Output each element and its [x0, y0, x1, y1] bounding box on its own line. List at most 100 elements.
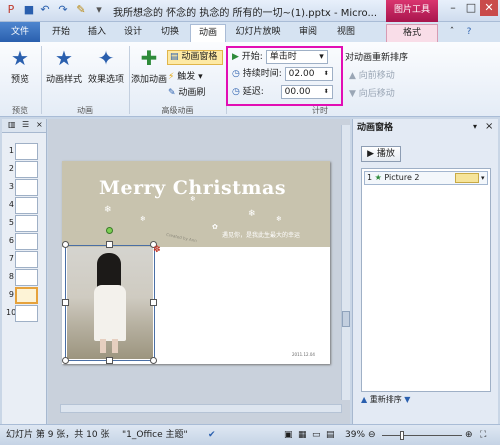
close-panel-icon[interactable]: × — [36, 120, 43, 129]
resize-handle[interactable] — [62, 357, 69, 364]
resize-handle[interactable] — [150, 299, 157, 306]
effect-options-button[interactable]: ✦ 效果选项 — [86, 46, 126, 85]
snowflake-icon: ❄ — [248, 209, 256, 219]
tab-view[interactable]: 视图 — [328, 24, 364, 42]
move-up-icon[interactable]: ▲ — [361, 395, 367, 404]
resize-handle[interactable] — [62, 299, 69, 306]
slide-number: 3 — [8, 182, 14, 191]
slide-thumbnail[interactable] — [15, 179, 38, 196]
tab-file[interactable]: 文件 — [0, 22, 40, 42]
slide-number: 5 — [8, 218, 14, 227]
zoom-slider[interactable] — [382, 431, 462, 440]
move-earlier-label: 向前移动 — [358, 71, 395, 81]
rotate-handle[interactable] — [106, 227, 113, 234]
save-icon[interactable]: ■ — [22, 3, 36, 17]
slide-number: 9 — [8, 290, 14, 299]
scrollbar-thumb[interactable] — [342, 311, 350, 327]
slides-tab-icon[interactable]: ☰ — [22, 120, 29, 129]
item-dropdown-icon[interactable]: ▾ — [481, 172, 485, 184]
trigger-button[interactable]: ⚡ 触发 ▾ — [168, 69, 203, 82]
move-earlier-button[interactable]: ▲ 向前移动 — [349, 68, 395, 81]
selection-frame — [65, 245, 155, 361]
add-animation-icon: ✚ — [140, 46, 158, 70]
theme-name[interactable]: "1_Office 主题" — [122, 425, 188, 445]
snowflake-icon: ❄ — [276, 215, 282, 223]
animation-tag-icon[interactable]: ✽ — [153, 245, 161, 255]
slide-number: 7 — [8, 254, 14, 263]
resize-handle[interactable] — [106, 241, 113, 248]
panel-tabs: ▥ ☰ × — [2, 119, 46, 133]
slide-number: 8 — [8, 272, 14, 281]
play-button[interactable]: ▶ 播放 — [361, 146, 401, 162]
close-icon[interactable]: ✕ — [480, 0, 498, 16]
slide-number: 4 — [8, 200, 14, 209]
group-label-animation: 动画 — [77, 106, 93, 115]
slide-thumbnail[interactable] — [15, 143, 38, 160]
pane-dropdown-icon[interactable]: ▾ — [473, 122, 477, 131]
animation-painter-icon: ✎ — [168, 88, 176, 98]
powerpoint-logo-icon[interactable]: P — [4, 3, 18, 17]
move-down-icon[interactable]: ▼ — [404, 395, 410, 404]
zoom-slider-thumb[interactable] — [400, 431, 404, 440]
redo-icon[interactable]: ↷ — [56, 3, 70, 17]
animation-item-number: 1 — [367, 173, 373, 182]
slide-thumbnail[interactable] — [15, 305, 38, 322]
slide-thumbnail[interactable] — [15, 251, 38, 268]
slideshow-icon[interactable]: ▤ — [326, 425, 335, 445]
reading-view-icon[interactable]: ▭ — [312, 425, 321, 445]
slide-thumbnail[interactable] — [15, 269, 38, 286]
slide[interactable]: Merry Christmas 遇见你，是我此生最大的幸运 Created by… — [62, 161, 330, 364]
tab-animations[interactable]: 动画 — [190, 24, 226, 42]
pane-close-icon[interactable]: × — [485, 121, 493, 132]
group-separator — [41, 46, 42, 114]
collapse-ribbon-icon[interactable]: ˆ — [446, 24, 458, 42]
slide-sorter-icon[interactable]: ▦ — [298, 425, 307, 445]
animation-list: 1 ★ Picture 2 ▾ — [361, 168, 491, 392]
resize-handle[interactable] — [106, 357, 113, 364]
tab-home[interactable]: 开始 — [44, 24, 78, 42]
trigger-dropdown-icon: ▾ — [198, 72, 203, 82]
help-icon[interactable]: ? — [462, 24, 476, 42]
format-painter-icon[interactable]: ✎ — [74, 3, 88, 17]
tab-insert[interactable]: 插入 — [80, 24, 114, 42]
slide-thumbnail[interactable] — [15, 287, 38, 304]
resize-handle[interactable] — [150, 357, 157, 364]
slide-thumbnail[interactable] — [15, 215, 38, 232]
undo-icon[interactable]: ↶ — [38, 3, 52, 17]
maximize-icon[interactable]: □ — [462, 0, 480, 16]
slide-thumbnail[interactable] — [15, 197, 38, 214]
flower-icon: ✿ — [212, 223, 218, 231]
zoom-in-icon[interactable]: ⊕ — [465, 425, 473, 445]
fit-to-window-icon[interactable]: ⛶ — [480, 425, 486, 445]
move-later-icon: ▼ — [349, 89, 359, 99]
resize-handle[interactable] — [62, 241, 69, 248]
minimize-icon[interactable]: – — [444, 0, 462, 16]
preview-button[interactable]: ★ 预览 — [3, 46, 37, 85]
animation-pane-button[interactable]: ▤ 动画窗格 — [167, 50, 223, 65]
tab-design[interactable]: 设计 — [116, 24, 150, 42]
tab-slideshow[interactable]: 幻灯片放映 — [228, 24, 288, 42]
customize-toolbar-icon[interactable]: ▾ — [92, 3, 106, 17]
animation-painter-label: 动画刷 — [178, 88, 206, 98]
spell-check-icon[interactable]: ✔ — [208, 425, 216, 445]
slide-thumbnail[interactable] — [15, 233, 38, 250]
tab-transitions[interactable]: 切换 — [152, 24, 188, 42]
timeline-bar[interactable] — [455, 173, 479, 183]
tab-review[interactable]: 审阅 — [290, 24, 326, 42]
move-later-button[interactable]: ▼ 向后移动 — [349, 86, 395, 99]
horizontal-scrollbar[interactable] — [60, 404, 342, 413]
animation-item-name: Picture 2 — [384, 173, 420, 182]
zoom-level[interactable]: 39% — [345, 425, 365, 445]
vertical-scrollbar[interactable] — [341, 125, 350, 400]
outline-tab-icon[interactable]: ▥ — [8, 120, 16, 129]
animation-pane-label: 动画窗格 — [181, 52, 218, 62]
zoom-out-icon[interactable]: ⊖ — [368, 425, 376, 445]
animation-painter-button[interactable]: ✎ 动画刷 — [168, 85, 205, 98]
slide-info: 幻灯片 第 9 张，共 10 张 — [6, 430, 110, 440]
add-animation-button[interactable]: ✚ 添加动画 — [131, 46, 167, 85]
animation-item[interactable]: 1 ★ Picture 2 ▾ — [364, 171, 488, 185]
tab-format[interactable]: 格式 — [386, 24, 438, 42]
normal-view-icon[interactable]: ▣ — [284, 425, 293, 445]
animation-styles-button[interactable]: ★ 动画样式 — [44, 46, 84, 85]
slide-thumbnail[interactable] — [15, 161, 38, 178]
